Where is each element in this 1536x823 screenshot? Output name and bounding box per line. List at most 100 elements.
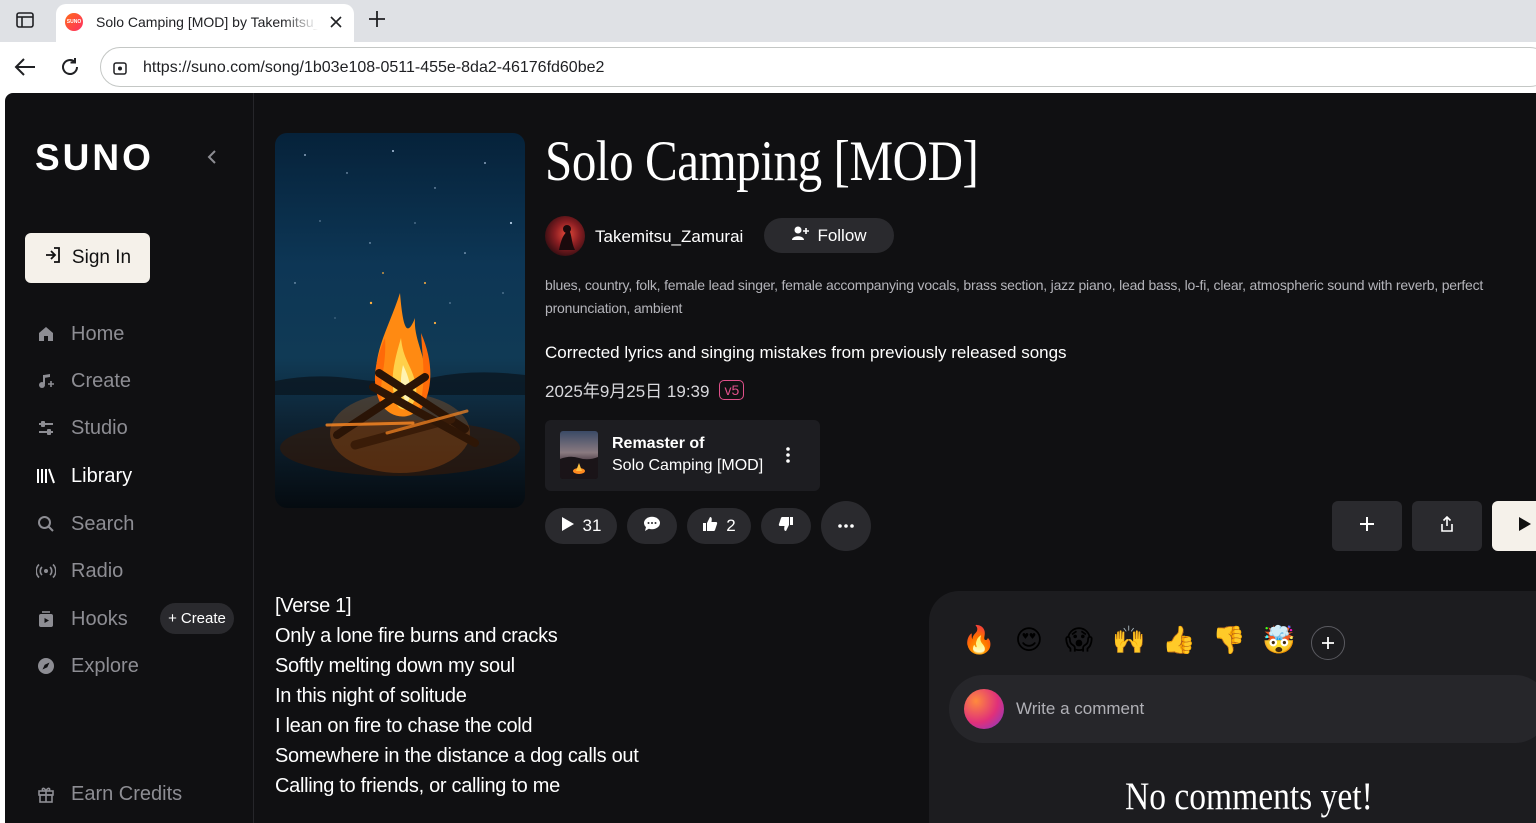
browser-toolbar: https://suno.com/song/1b03e108-0511-455e…	[0, 42, 1536, 92]
earn-credits-label: Earn Credits	[71, 782, 183, 805]
url-text: https://suno.com/song/1b03e108-0511-455e…	[143, 59, 605, 76]
remaster-label: Remaster of	[612, 435, 705, 452]
lyrics-line: Somewhere in the distance a dog calls ou…	[275, 745, 639, 767]
search-icon	[35, 513, 57, 535]
browser-tab-active[interactable]: SUNO Solo Camping [MOD] by Takemitsu_Zam…	[56, 4, 354, 42]
play-count: 31	[582, 516, 602, 535]
sign-in-label: Sign In	[71, 247, 132, 268]
play-icon	[561, 516, 575, 537]
suno-favicon-icon: SUNO	[65, 13, 83, 31]
sidebar-item-search[interactable]: Search	[35, 509, 134, 539]
sidebar-item-library[interactable]: Library	[35, 461, 132, 491]
lyrics-block: [Verse 1] Only a lone fire burns and cra…	[275, 591, 639, 801]
campfire-artwork	[275, 150, 525, 476]
sidebar-item-label: Library	[71, 464, 133, 487]
artist-name[interactable]: Takemitsu_Zamurai	[595, 227, 743, 247]
add-reaction-icon[interactable]	[1311, 626, 1345, 660]
no-comments-message: No comments yet!	[1125, 775, 1373, 818]
add-to-playlist-button[interactable]	[1332, 501, 1402, 551]
more-vertical-icon[interactable]	[780, 445, 796, 465]
sidebar-item-label: Explore	[71, 654, 139, 677]
sidebar-item-earn-credits[interactable]: Earn Credits	[35, 779, 182, 809]
sidebar-item-label: Studio	[71, 416, 128, 439]
music-note-icon	[35, 370, 57, 392]
hooks-icon	[35, 608, 57, 630]
reload-icon[interactable]	[57, 54, 83, 80]
site-info-icon[interactable]	[111, 59, 129, 77]
sidebar-item-hooks[interactable]: Hooks	[35, 604, 128, 634]
compass-icon	[35, 655, 57, 677]
radio-icon	[35, 560, 57, 582]
song-date-row: 2025年9月25日 19:39 v5	[545, 377, 745, 402]
sidebar-item-create[interactable]: Create	[35, 366, 131, 396]
lyrics-line: Softly melting down my soul	[275, 655, 515, 677]
artist-avatar[interactable]	[545, 216, 585, 256]
lyrics-line: [Verse 1]	[275, 595, 352, 617]
plus-icon: +	[168, 610, 177, 627]
reaction-scream-icon[interactable]: 😱	[1062, 623, 1096, 657]
tab-sidebar-icon[interactable]	[14, 10, 36, 30]
sidebar-item-label: Radio	[71, 559, 124, 582]
lyrics-line: Calling to friends, or calling to me	[275, 775, 560, 797]
remaster-thumbnail-art	[560, 456, 598, 479]
reaction-mind-blown-icon[interactable]: 🤯	[1262, 623, 1296, 657]
version-badge: v5	[719, 379, 745, 400]
suno-logo[interactable]: SUNO	[35, 137, 154, 179]
follow-label: Follow	[817, 225, 867, 245]
sign-in-icon	[44, 246, 62, 270]
share-icon	[1440, 515, 1454, 537]
sidebar-item-studio[interactable]: Studio	[35, 413, 128, 443]
remaster-thumbnail	[560, 431, 598, 479]
sign-in-button[interactable]: Sign In	[25, 233, 150, 283]
collapse-sidebar-icon[interactable]	[203, 148, 221, 166]
dislike-button[interactable]	[761, 508, 811, 544]
comments-panel: 🔥 😍 😱 🙌 👍 👎 🤯 Write a comment No comment…	[929, 591, 1536, 823]
add-user-icon	[791, 225, 810, 246]
comment-input[interactable]: Write a comment	[949, 675, 1536, 743]
plus-icon	[1359, 516, 1375, 537]
sidebar-item-radio[interactable]: Radio	[35, 556, 123, 586]
reaction-fire-icon[interactable]: 🔥	[962, 623, 996, 657]
reaction-heart-eyes-icon[interactable]: 😍	[1012, 623, 1046, 657]
more-options-icon[interactable]	[821, 501, 871, 551]
user-avatar	[964, 689, 1004, 729]
hooks-create-label: Create	[180, 610, 226, 627]
thumbs-down-icon	[778, 516, 794, 537]
like-button[interactable]: 2	[687, 508, 751, 544]
remaster-card[interactable]: Remaster of Solo Camping [MOD]	[545, 420, 820, 491]
song-description: Corrected lyrics and singing mistakes fr…	[545, 343, 1067, 362]
sidebar-item-label: Create	[71, 369, 132, 392]
sliders-icon	[35, 417, 57, 439]
sidebar-item-home[interactable]: Home	[35, 319, 124, 349]
sidebar-item-label: Search	[71, 512, 135, 535]
share-button[interactable]	[1412, 501, 1482, 551]
lyrics-line: In this night of solitude	[275, 685, 467, 707]
style-tags: blues, country, folk, female lead singer…	[545, 277, 1484, 316]
home-icon	[35, 323, 57, 345]
close-tab-icon[interactable]	[326, 12, 346, 32]
address-bar[interactable]: https://suno.com/song/1b03e108-0511-455e…	[100, 47, 1536, 87]
thumbs-up-icon	[702, 516, 718, 537]
play-count-button[interactable]: 31	[545, 508, 617, 544]
comment-bubble-icon	[643, 516, 661, 537]
lyrics-line: I lean on fire to chase the cold	[275, 715, 533, 737]
like-count: 2	[726, 516, 736, 535]
song-date: 2025年9月25日 19:39	[545, 382, 710, 401]
hooks-create-button[interactable]: + Create	[160, 603, 234, 634]
remaster-song-title[interactable]: Solo Camping [MOD]	[612, 457, 772, 475]
sidebar-item-explore[interactable]: Explore	[35, 651, 139, 681]
play-song-button[interactable]	[1492, 501, 1536, 551]
artist-avatar-art	[559, 225, 575, 250]
follow-button[interactable]: Follow	[764, 218, 894, 253]
reaction-thumbs-down-icon[interactable]: 👎	[1212, 623, 1246, 657]
sidebar: SUNO Sign In Home Create Studio Library …	[5, 93, 254, 823]
song-title: Solo Camping [MOD]	[545, 130, 979, 193]
new-tab-icon[interactable]	[366, 8, 388, 30]
tab-title-fade	[282, 10, 318, 34]
suno-page: SUNO Sign In Home Create Studio Library …	[5, 93, 1536, 823]
comment-button[interactable]	[627, 508, 677, 544]
reaction-thumbs-up-icon[interactable]: 👍	[1162, 623, 1196, 657]
back-arrow-icon[interactable]	[12, 54, 38, 80]
song-cover-image[interactable]	[275, 133, 525, 508]
reaction-raised-hands-icon[interactable]: 🙌	[1112, 623, 1146, 657]
